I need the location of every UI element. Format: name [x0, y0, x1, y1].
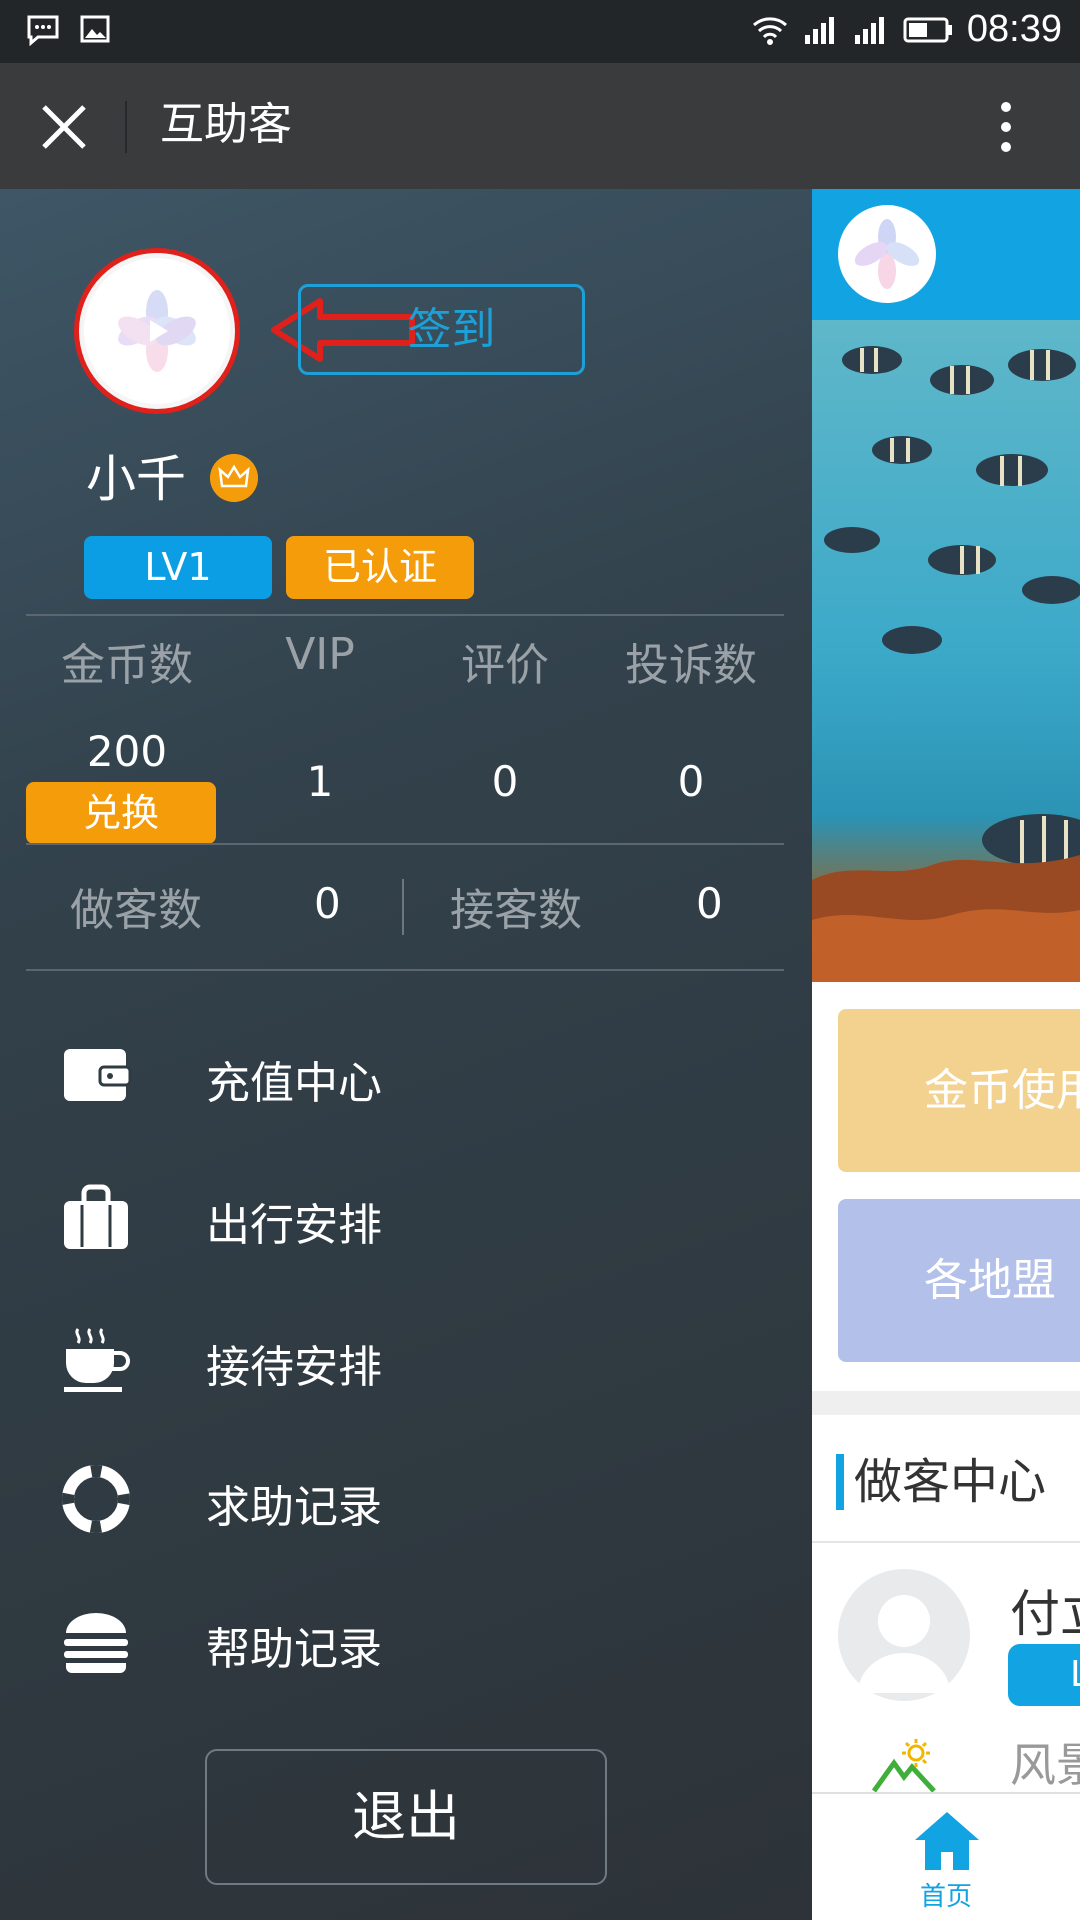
sign-in-button[interactable]: 签到 [298, 284, 585, 375]
menu-item-reception[interactable]: 接待安排 [0, 1309, 812, 1409]
lifebuoy-icon [62, 1465, 130, 1533]
banner-image[interactable] [812, 320, 1080, 982]
divider [26, 614, 784, 616]
user-level-badge: LV [1008, 1644, 1080, 1706]
stat-header-complaints: 投诉数 [625, 640, 757, 691]
wallet-icon [64, 1049, 132, 1101]
reviews-value: 0 [491, 757, 519, 806]
scenery-icon [872, 1739, 936, 1793]
menu-item-travel[interactable]: 出行安排 [0, 1167, 812, 1267]
status-bar: 08:39 [0, 0, 1080, 63]
bag-icon [64, 1184, 128, 1249]
coffee-icon [64, 1328, 130, 1392]
host-count-value: 0 [314, 879, 341, 928]
receive-count-label: 接客数 [450, 885, 582, 936]
coin-usage-card[interactable]: 金币使用 [838, 1009, 1080, 1172]
logout-button[interactable]: 退出 [205, 1749, 607, 1885]
stat-header-vip: VIP [285, 629, 355, 680]
crown-icon [210, 454, 258, 502]
wifi-icon [752, 16, 787, 45]
exchange-button[interactable]: 兑换 [26, 782, 216, 844]
bottom-tab-bar: 首页 [812, 1792, 1080, 1920]
signal-icon [854, 16, 884, 44]
complaints-value: 0 [677, 757, 705, 806]
verified-badge: 已认证 [286, 536, 474, 599]
vip-value: 1 [306, 757, 334, 806]
tab-home[interactable]: 首页 [920, 1876, 972, 1913]
section-gap [812, 1391, 1080, 1415]
stat-header-reviews: 评价 [461, 640, 549, 691]
annotation-circle [74, 248, 240, 414]
burger-icon [64, 1613, 128, 1673]
section-title: 做客中心 [836, 1454, 1046, 1510]
menu-item-label: 接待安排 [206, 1342, 382, 1393]
message-icon [27, 15, 59, 46]
menu-item-help-given[interactable]: 帮助记录 [0, 1591, 812, 1691]
main-page-peek: 金币使用 各地盟 做客中心 付立 LV 风景 首页 [812, 189, 1080, 1920]
page-title: 互助客 [160, 99, 292, 150]
menu-item-recharge[interactable]: 充值中心 [0, 1025, 812, 1125]
signal-icon [804, 16, 834, 44]
menu-item-label: 出行安排 [206, 1200, 382, 1251]
stat-header-coins: 金币数 [61, 640, 193, 691]
alliance-card[interactable]: 各地盟 [838, 1199, 1080, 1362]
app-logo-icon[interactable] [838, 205, 936, 303]
close-icon[interactable] [36, 99, 92, 155]
divider [812, 1541, 1080, 1543]
menu-item-help-requests[interactable]: 求助记录 [0, 1449, 812, 1549]
image-icon [80, 15, 110, 43]
scenery-label: 风景 [1010, 1738, 1080, 1792]
receive-count-value: 0 [696, 879, 723, 928]
side-drawer: 签到 小千 LV1 已认证 金币数 VIP 评价 投诉数 200 兑换 1 0 … [0, 189, 812, 1920]
status-time: 08:39 [966, 8, 1062, 50]
coins-value: 200 [86, 727, 168, 776]
user-name: 付立 [1010, 1585, 1080, 1643]
divider [402, 879, 404, 935]
app-header: 互助客 [0, 63, 1080, 189]
main-top-bar [812, 189, 1080, 320]
battery-icon [903, 17, 952, 42]
menu-item-label: 帮助记录 [206, 1624, 382, 1675]
divider [26, 843, 784, 845]
header-divider [125, 101, 127, 153]
divider [26, 969, 784, 971]
host-count-label: 做客数 [70, 885, 202, 936]
username: 小千 [86, 450, 186, 508]
level-badge: LV1 [84, 536, 272, 599]
menu-item-label: 求助记录 [206, 1482, 382, 1533]
more-vertical-icon[interactable] [996, 99, 1016, 155]
menu-item-label: 充值中心 [206, 1058, 382, 1109]
user-avatar[interactable] [838, 1569, 970, 1701]
home-icon[interactable] [912, 1808, 982, 1874]
